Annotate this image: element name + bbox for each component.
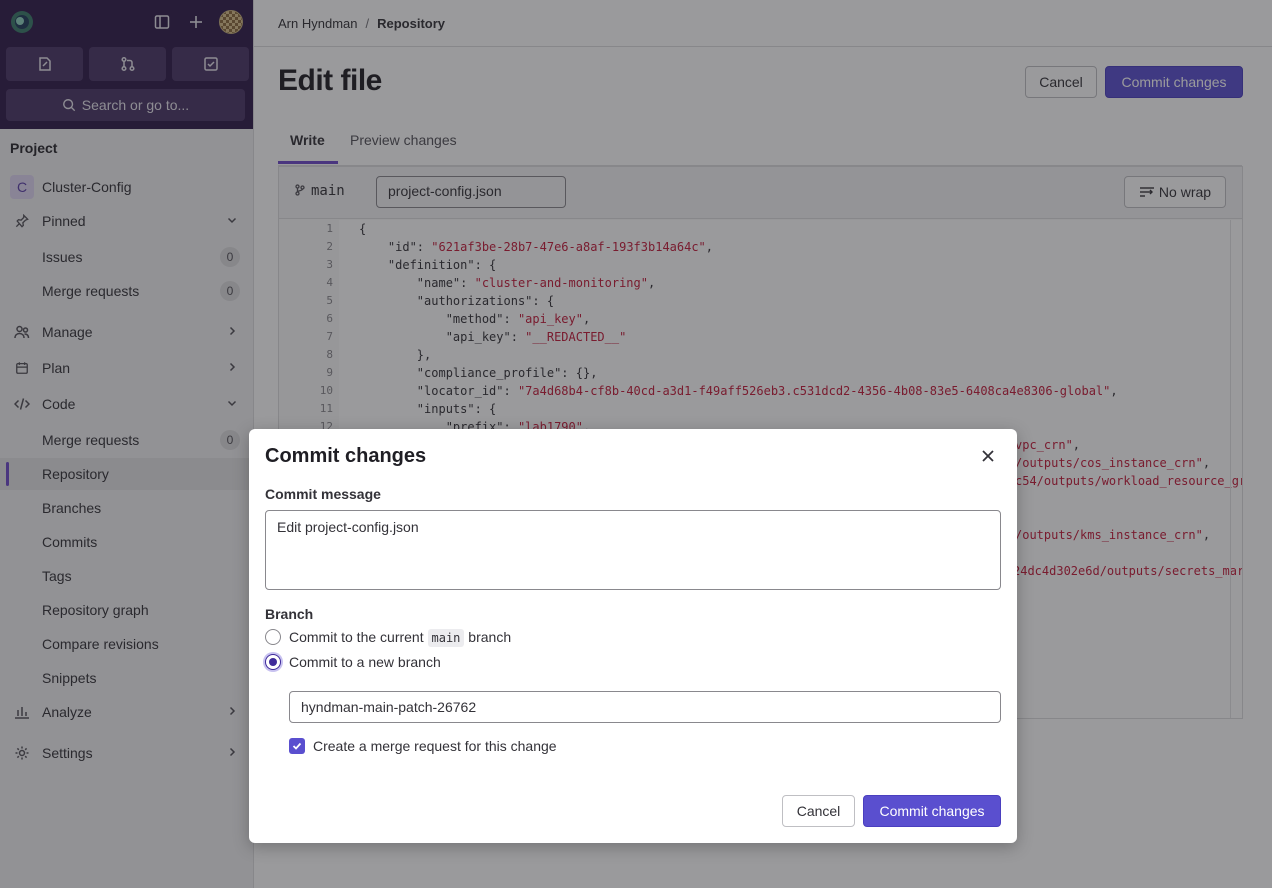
radio-current-suffix: branch — [468, 629, 512, 645]
radio-current-prefix: Commit to the current — [289, 629, 424, 645]
modal-cancel-button[interactable]: Cancel — [782, 795, 855, 827]
close-icon[interactable] — [979, 447, 997, 465]
checkmark-icon — [292, 742, 302, 750]
create-mr-checkbox[interactable] — [289, 738, 305, 754]
create-mr-label: Create a merge request for this change — [313, 738, 557, 754]
radio-current-branch[interactable]: Commit to the current main branch — [265, 629, 512, 647]
radio-new-branch[interactable]: Commit to a new branch — [265, 654, 441, 670]
radio-new-branch-label: Commit to a new branch — [289, 654, 441, 670]
commit-changes-modal: Commit changes Commit message Edit proje… — [249, 429, 1017, 843]
radio-current-branch-text: Commit to the current main branch — [289, 629, 512, 647]
radio-new-branch-button[interactable] — [265, 654, 281, 670]
new-branch-input[interactable]: hyndman-main-patch-26762 — [289, 691, 1001, 723]
radio-current-branch-button[interactable] — [265, 629, 281, 645]
commit-message-input[interactable]: Edit project-config.json — [265, 510, 1001, 590]
branch-label: Branch — [265, 606, 314, 622]
modal-commit-button[interactable]: Commit changes — [863, 795, 1001, 827]
modal-title: Commit changes — [265, 445, 427, 467]
create-mr-checkbox-row[interactable]: Create a merge request for this change — [289, 738, 557, 754]
branch-code-pill: main — [427, 629, 465, 647]
commit-message-label: Commit message — [265, 486, 381, 502]
